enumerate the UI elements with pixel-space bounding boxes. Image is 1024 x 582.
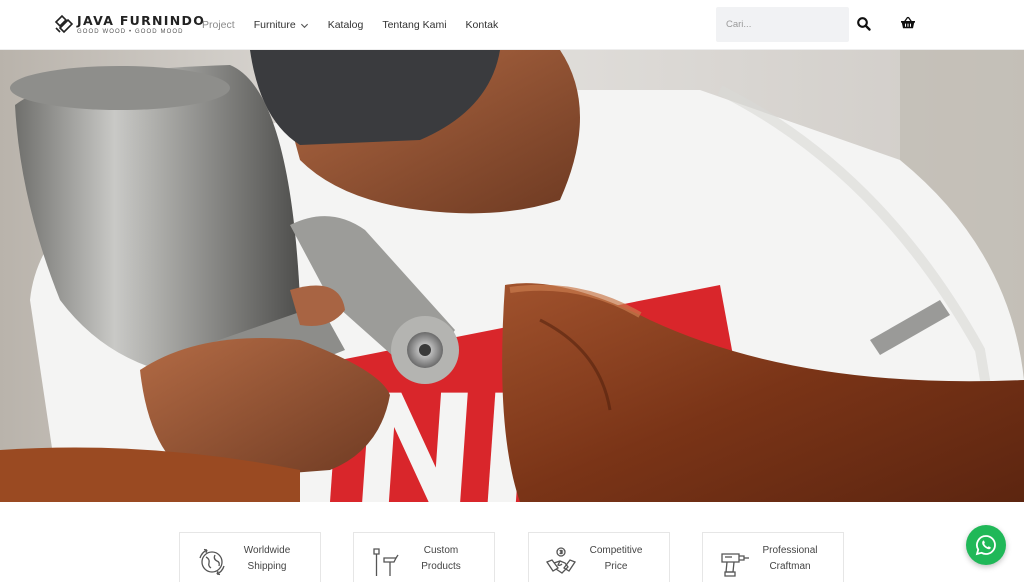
craftsman-illustration: NI: [0, 50, 1024, 502]
power-drill-icon: [721, 553, 749, 577]
whatsapp-icon: [975, 535, 996, 556]
nav-item-katalog[interactable]: Katalog: [328, 19, 364, 31]
brand-logo[interactable]: JAVA FURNINDO GOOD WOOD • GOOD MOOD: [54, 11, 205, 39]
feature-worldwide-shipping: Worldwide Shipping: [179, 532, 321, 582]
chevron-down-icon: [300, 23, 308, 28]
nav-item-project[interactable]: Project: [202, 19, 235, 31]
feature-label: Competitive Price: [589, 545, 643, 572]
globe-shipping-icon: [199, 548, 225, 576]
feature-label: Professional Craftman: [762, 545, 818, 572]
shopping-basket-icon[interactable]: [900, 15, 916, 31]
nav-item-tentang-kami[interactable]: Tentang Kami: [382, 19, 446, 31]
feature-label: Worldwide Shipping: [243, 545, 291, 572]
brand-name: JAVA FURNINDO: [77, 12, 206, 28]
search-input[interactable]: [716, 7, 849, 42]
nav-item-furniture[interactable]: Furniture: [254, 19, 309, 31]
feature-professional-craftman: Professional Craftman: [702, 532, 844, 582]
search-icon[interactable]: [856, 16, 872, 32]
feature-custom-products: Custom Products: [353, 532, 495, 582]
nav-item-kontak[interactable]: Kontak: [466, 19, 499, 31]
features-section: Worldwide Shipping Custom Products Compe…: [0, 502, 1024, 582]
brand-tagline: GOOD WOOD • GOOD MOOD: [77, 29, 184, 36]
nav-item-furniture-label: Furniture: [253, 19, 296, 31]
main-nav: Project Furniture Katalog Tentang Kami K…: [202, 0, 517, 50]
site-header: JAVA FURNINDO GOOD WOOD • GOOD MOOD Proj…: [0, 0, 1024, 50]
feature-competitive-price: Competitive Price: [528, 532, 670, 582]
whatsapp-chat-button[interactable]: [966, 525, 1006, 565]
handshake-dollar-icon: [546, 547, 576, 574]
logo-mark-icon: [54, 14, 74, 34]
tools-icon: [373, 548, 399, 576]
feature-label: Custom Products: [421, 545, 461, 572]
hero-image: NI: [0, 50, 1024, 502]
